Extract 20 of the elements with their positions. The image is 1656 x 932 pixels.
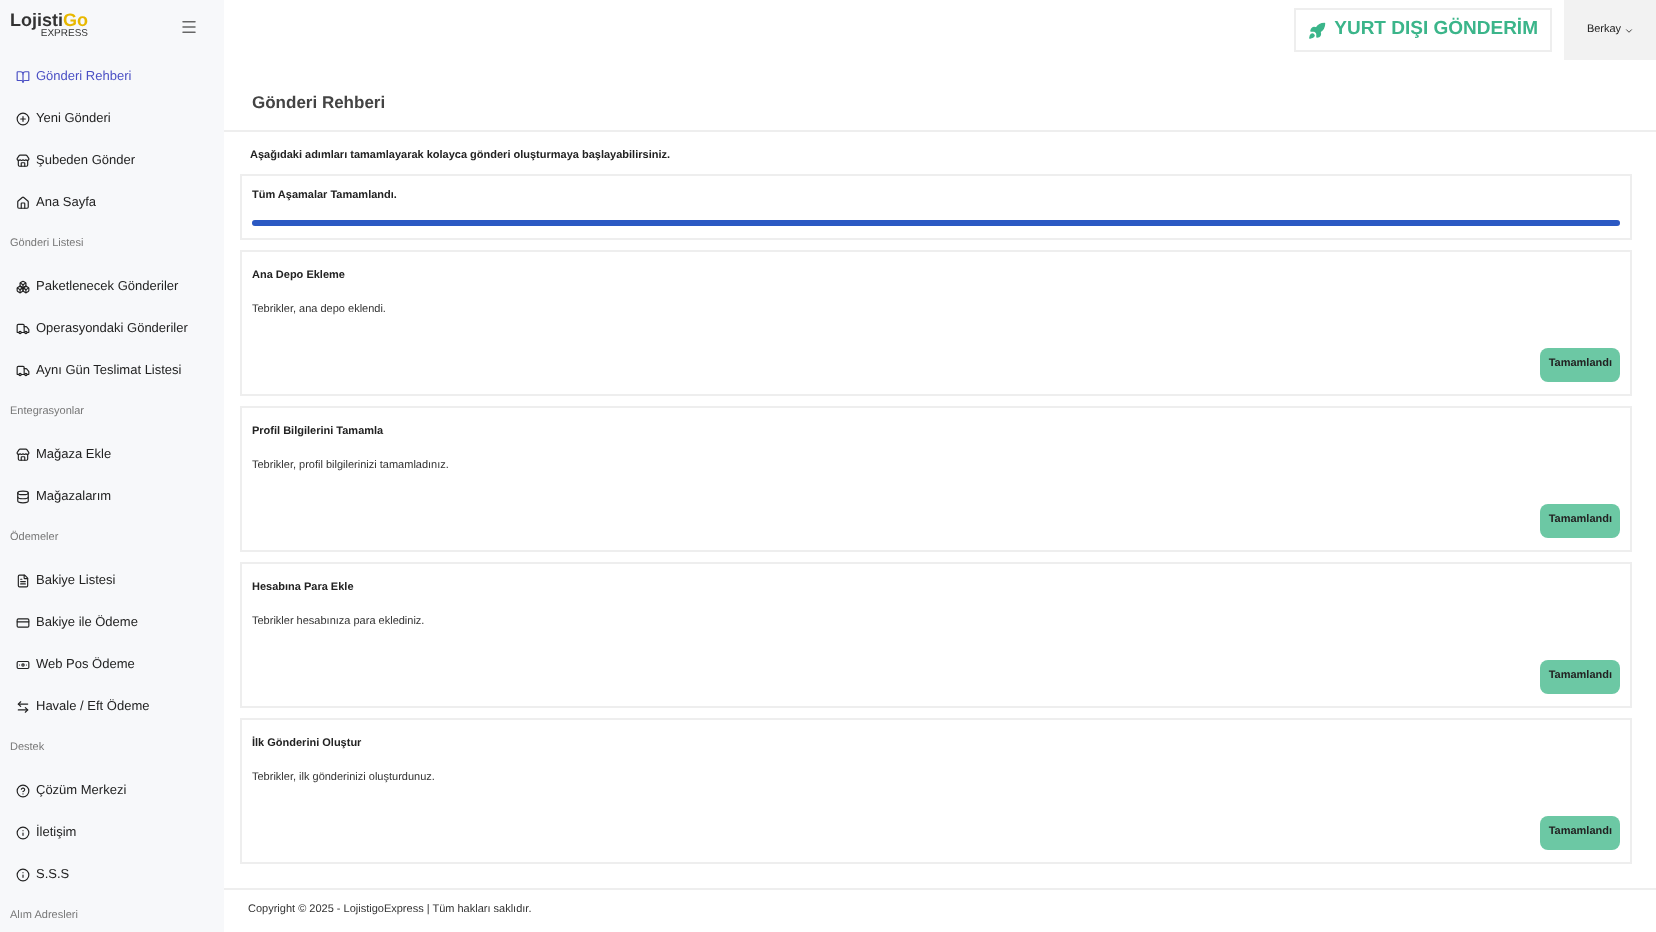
boxes-icon: [16, 280, 30, 294]
arrows-icon: [16, 700, 30, 714]
info-icon: [16, 826, 30, 840]
home-icon: [16, 196, 30, 210]
store-icon: [16, 448, 30, 462]
info-icon: [16, 868, 30, 882]
book-icon: [16, 70, 30, 84]
menu-icon[interactable]: [180, 17, 198, 35]
database-icon: [16, 490, 30, 504]
truck-icon: [16, 364, 30, 378]
rocket-icon: [1308, 21, 1327, 39]
help-icon: [16, 784, 30, 798]
document-icon: [16, 574, 30, 588]
page-title: Gönderi Rehberi: [252, 90, 386, 116]
truck-icon: [16, 322, 30, 336]
store-icon: [16, 154, 30, 168]
caret-icon: [1623, 25, 1634, 35]
banknote-icon: [16, 658, 30, 672]
card-icon: [16, 616, 30, 630]
plus-circle-icon: [16, 112, 30, 126]
